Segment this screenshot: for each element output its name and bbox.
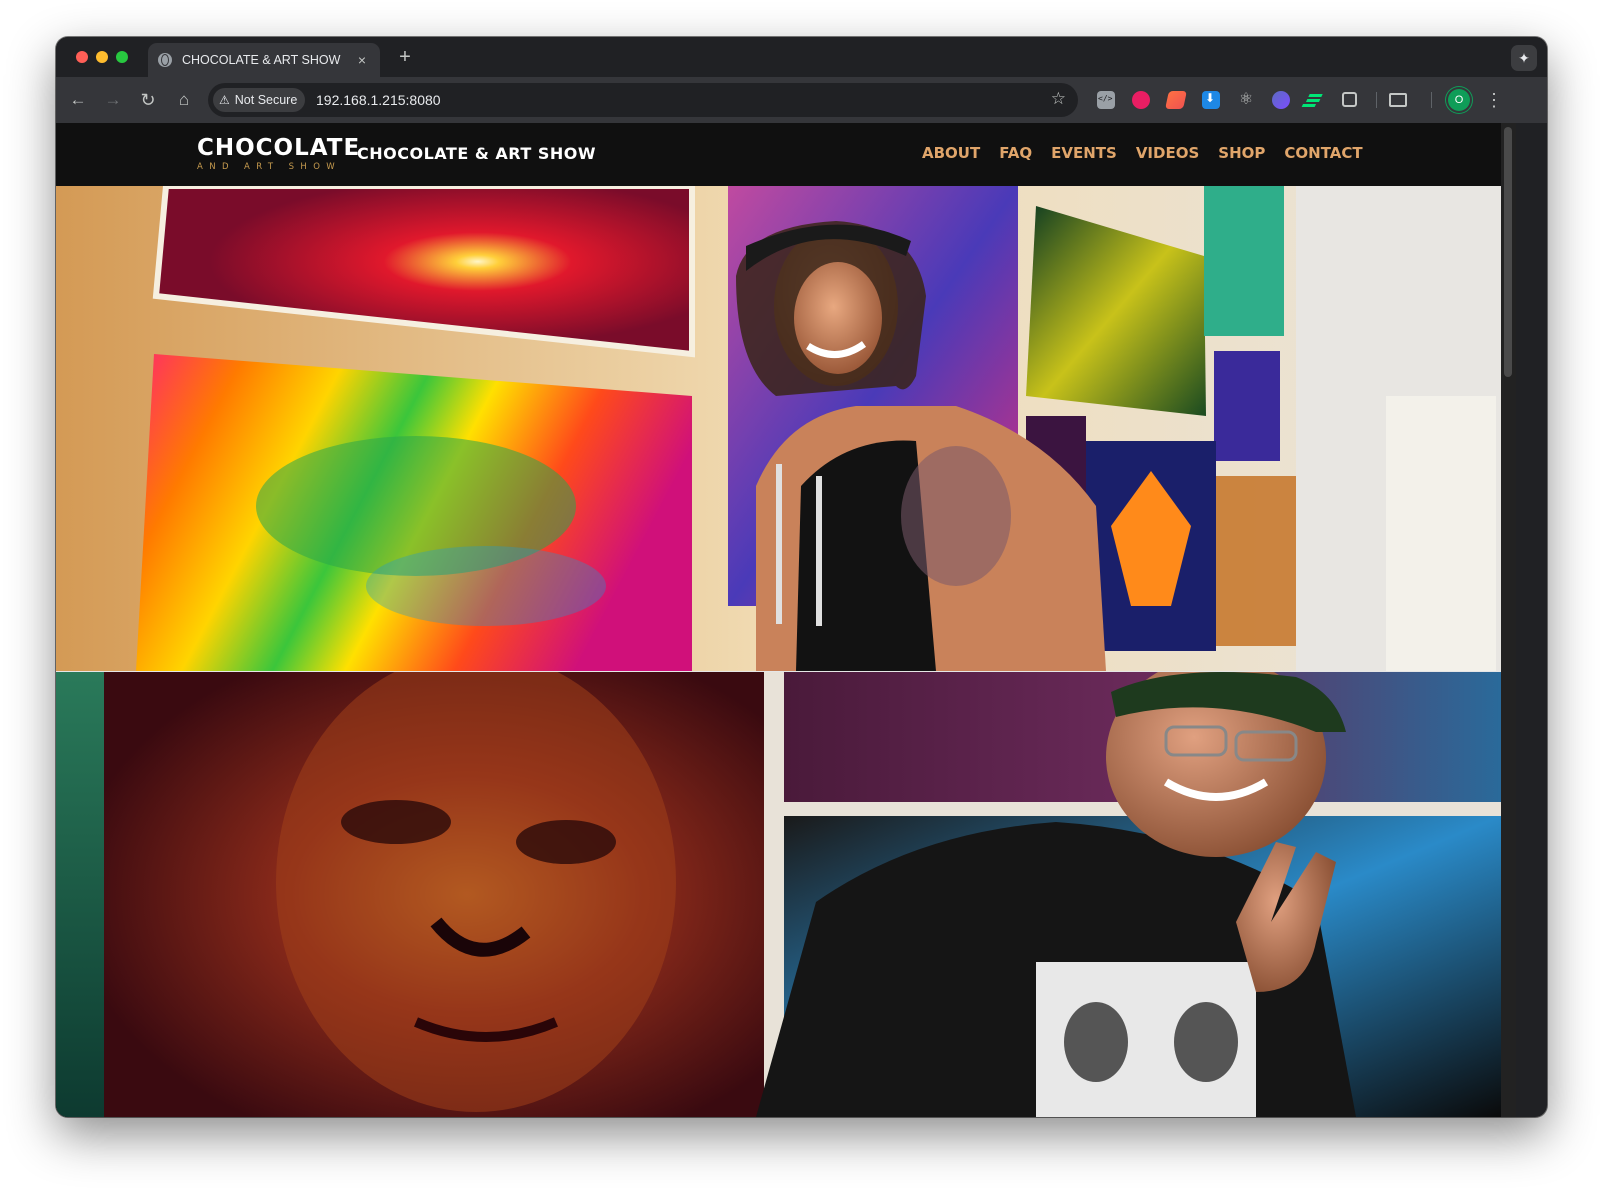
tab-title: CHOCOLATE & ART SHOW <box>182 53 341 67</box>
tab-strip: CHOCOLATE & ART SHOW × + ✦ <box>56 37 1547 77</box>
bookmark-star-icon[interactable]: ☆ <box>1051 89 1066 109</box>
minimize-window-button[interactable] <box>96 51 108 63</box>
maximize-window-button[interactable] <box>116 51 128 63</box>
site-logo[interactable]: CHOCOLATE AND ART SHOW <box>197 135 361 175</box>
tab-search-icon[interactable] <box>1389 93 1407 107</box>
purple-extension-icon[interactable] <box>1272 91 1290 109</box>
browser-toolbar: ← → ↻ ⌂ ⚠ Not Secure 192.168.1.215:8080 … <box>56 77 1547 123</box>
browser-menu-icon[interactable]: ⋮ <box>1484 88 1504 112</box>
hero-photo-2 <box>56 672 1501 1117</box>
toolbar-divider <box>1376 92 1377 108</box>
nav-link-shop[interactable]: SHOP <box>1218 144 1265 162</box>
tab-active[interactable]: CHOCOLATE & ART SHOW × <box>148 43 380 77</box>
react-extension-icon[interactable]: ⚛ <box>1237 91 1255 109</box>
logo-wordmark: CHOCOLATE <box>197 135 361 161</box>
logo-tagline: AND ART SHOW <box>197 162 342 172</box>
pink-extension-icon[interactable] <box>1132 91 1150 109</box>
address-bar[interactable]: ⚠ Not Secure 192.168.1.215:8080 ☆ <box>208 83 1078 117</box>
url-text[interactable]: 192.168.1.215:8080 <box>316 92 441 108</box>
new-tab-button[interactable]: + <box>394 47 416 69</box>
globe-icon <box>158 53 172 67</box>
warning-icon: ⚠ <box>219 93 230 107</box>
site-header: CHOCOLATE AND ART SHOW CHOCOLATE & ART S… <box>56 123 1501 186</box>
nav-link-events[interactable]: EVENTS <box>1051 144 1117 162</box>
orange-extension-icon[interactable] <box>1165 91 1187 109</box>
security-label: Not Secure <box>234 93 298 107</box>
home-button[interactable]: ⌂ <box>172 88 196 112</box>
puzzle-extensions-icon[interactable] <box>1342 92 1357 107</box>
security-indicator[interactable]: ⚠ Not Secure <box>213 88 306 112</box>
close-window-button[interactable] <box>76 51 88 63</box>
devtools-extension-icon[interactable] <box>1097 91 1115 109</box>
hero-image-artist-with-portrait <box>56 672 1501 1117</box>
download-extension-icon[interactable] <box>1202 91 1220 109</box>
assistant-icon[interactable]: ✦ <box>1511 45 1537 71</box>
tab-close-icon[interactable]: × <box>354 52 370 68</box>
toolbar-divider <box>1431 92 1432 108</box>
page-scrollbar[interactable] <box>1501 123 1516 1117</box>
browser-window: CHOCOLATE & ART SHOW × + ✦ ← → ↻ ⌂ ⚠ Not… <box>56 37 1547 1117</box>
site-title[interactable]: CHOCOLATE & ART SHOW <box>357 144 596 163</box>
green-extension-icon[interactable] <box>1307 91 1325 109</box>
back-button[interactable]: ← <box>66 88 90 112</box>
hero-image-artist-with-paintings <box>56 186 1501 671</box>
nav-link-faq[interactable]: FAQ <box>999 144 1032 162</box>
forward-button[interactable]: → <box>101 88 125 112</box>
main-navigation: ABOUT FAQ EVENTS VIDEOS SHOP CONTACT <box>922 144 1363 162</box>
profile-avatar[interactable]: O <box>1448 89 1470 111</box>
hero-photo-1 <box>56 186 1501 671</box>
reload-button[interactable]: ↻ <box>136 88 160 112</box>
page-viewport: CHOCOLATE AND ART SHOW CHOCOLATE & ART S… <box>56 123 1501 1117</box>
nav-link-videos[interactable]: VIDEOS <box>1136 144 1199 162</box>
scrollbar-thumb[interactable] <box>1504 127 1512 377</box>
nav-link-contact[interactable]: CONTACT <box>1284 144 1362 162</box>
nav-link-about[interactable]: ABOUT <box>922 144 980 162</box>
